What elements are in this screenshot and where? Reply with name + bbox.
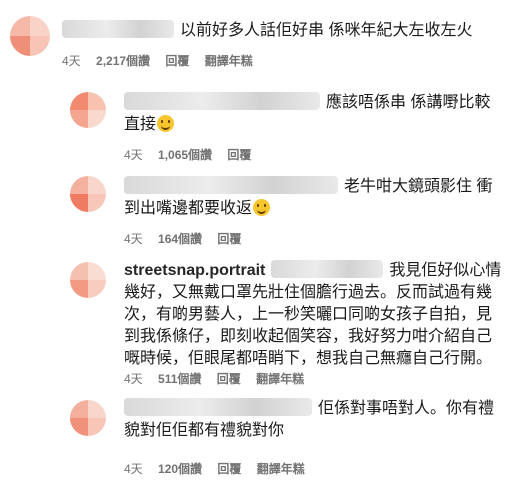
comment-5: 佢係對事唔對人。你有禮貌對佢佢都有禮貌對你 4天 120個讚 回覆 翻譯年糕 [0, 388, 514, 489]
comment-meta: 4天 2,217個讚 回覆 翻譯年糕 [62, 52, 265, 69]
comment-text: 佢係對事唔對人。你有禮貌對佢佢都有禮貌對你 [124, 398, 495, 439]
comment-text: 應該唔係串 係講嘢比較直接 [124, 92, 491, 133]
reply-button[interactable]: 回覆 [217, 372, 241, 386]
timestamp: 4天 [124, 148, 143, 162]
translate-button[interactable]: 翻譯年糕 [205, 54, 253, 68]
blurred-username[interactable] [124, 398, 312, 416]
likes-count[interactable]: 511個讚 [158, 372, 201, 386]
comment-2: 應該唔係串 係講嘢比較直接 4天 1,065個讚 回覆 [0, 80, 514, 164]
translate-button[interactable]: 翻譯年糕 [257, 462, 305, 476]
timestamp: 4天 [124, 372, 143, 386]
avatar[interactable] [70, 176, 106, 212]
laughing-emoji-icon [157, 115, 175, 132]
comment-text: 以前好多人話佢好串 係咪年紀大左收左火 [62, 20, 502, 42]
likes-count[interactable]: 2,217個讚 [96, 54, 150, 68]
username[interactable]: streetsnap.portrait [124, 262, 265, 279]
comment-meta: 4天 164個讚 回覆 [124, 230, 253, 247]
likes-count[interactable]: 120個讚 [158, 462, 202, 476]
avatar[interactable] [70, 262, 106, 298]
reply-button[interactable]: 回覆 [217, 462, 241, 476]
reply-button[interactable]: 回覆 [217, 232, 241, 246]
avatar[interactable] [10, 16, 50, 56]
comment-meta: 4天 120個讚 回覆 翻譯年糕 [124, 460, 317, 477]
blurred-username[interactable] [124, 176, 338, 194]
comment-3: 老牛咁大鏡頭影住 衝到出嘴邊都要收返 4天 164個讚 回覆 [0, 164, 514, 248]
timestamp: 4天 [124, 232, 143, 246]
comment-meta: 4天 511個讚 回覆 翻譯年糕 [124, 370, 316, 387]
reply-button[interactable]: 回覆 [227, 148, 251, 162]
comment-4: streetsnap.portrait 我見佢好似心情幾好，又無戴口罩先壯住個膽行… [0, 248, 514, 388]
blurred-username[interactable] [124, 92, 320, 110]
avatar[interactable] [70, 92, 106, 128]
comment-meta: 4天 1,065個讚 回覆 [124, 146, 263, 163]
timestamp: 4天 [62, 54, 81, 68]
comment-text: streetsnap.portrait 我見佢好似心情幾好，又無戴口罩先壯住個膽行… [124, 260, 502, 367]
translate-button[interactable]: 翻譯年糕 [256, 372, 304, 386]
comment-1: 以前好多人話佢好串 係咪年紀大左收左火 4天 2,217個讚 回覆 翻譯年糕 [0, 0, 514, 80]
blurred-mention[interactable] [271, 260, 384, 278]
laughing-emoji-icon [253, 199, 271, 216]
timestamp: 4天 [124, 462, 143, 476]
blurred-username[interactable] [62, 20, 174, 38]
likes-count[interactable]: 164個讚 [158, 232, 202, 246]
likes-count[interactable]: 1,065個讚 [158, 148, 212, 162]
avatar[interactable] [70, 400, 106, 436]
comment-text: 老牛咁大鏡頭影住 衝到出嘴邊都要收返 [124, 176, 493, 217]
reply-button[interactable]: 回覆 [165, 54, 189, 68]
